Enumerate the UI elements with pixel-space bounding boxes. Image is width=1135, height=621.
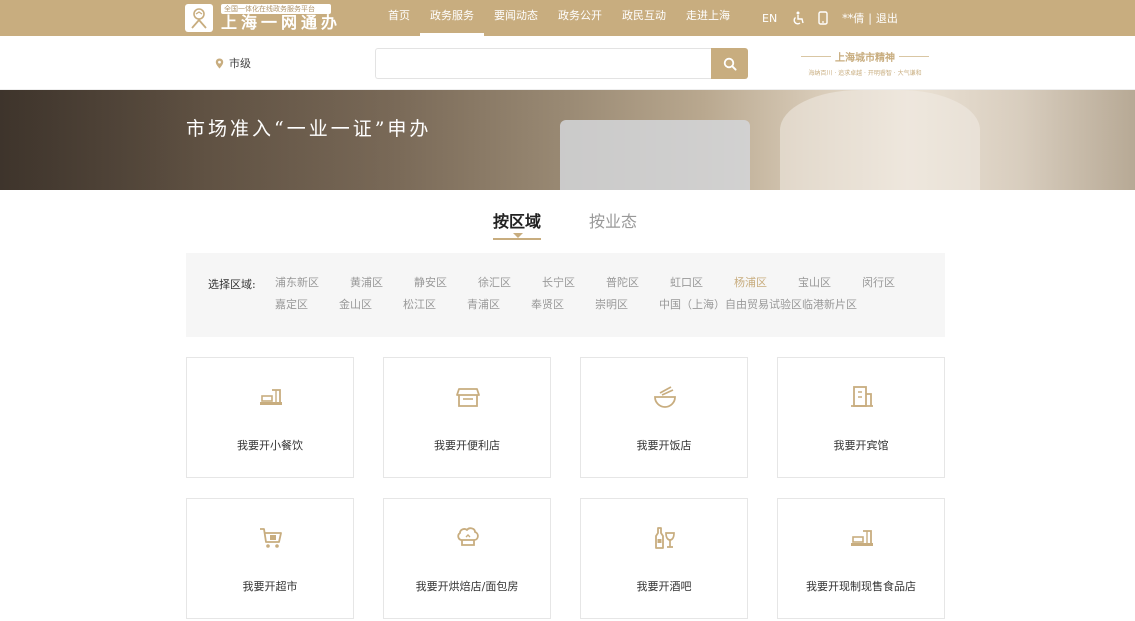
nav-gov-services[interactable]: 政务服务 <box>420 0 484 36</box>
location-label: 市级 <box>229 57 251 70</box>
site-logo[interactable]: 全国一体化在线政务服务平台 上海一网通办 <box>185 2 341 34</box>
region-option[interactable]: 长宁区 <box>542 274 575 290</box>
shopping-cart-icon <box>260 528 282 548</box>
service-card-small-restaurant[interactable]: 我要开小餐饮 <box>186 357 354 478</box>
service-card-label: 我要开现制现售食品店 <box>806 580 916 593</box>
city-spirit-badge: 上海城市精神 海纳百川 · 追求卓越 · 开明睿智 · 大气谦和 <box>786 49 944 77</box>
nav-gov-disclosure[interactable]: 政务公开 <box>548 0 612 36</box>
region-option[interactable]: 奉贤区 <box>531 296 564 312</box>
service-card-restaurant[interactable]: 我要开饭店 <box>580 357 748 478</box>
region-option[interactable]: 青浦区 <box>467 296 500 312</box>
region-filter-label: 选择区域: <box>208 278 256 291</box>
search-button[interactable] <box>711 48 748 79</box>
region-option[interactable]: 闵行区 <box>862 274 895 290</box>
region-row-1: 浦东新区 黄浦区 静安区 徐汇区 长宁区 普陀区 虹口区 杨浦区 宝山区 闵行区 <box>275 274 926 290</box>
nav-utilities: EN **倩 | 退出 <box>762 0 898 36</box>
mobile-icon[interactable] <box>818 11 828 25</box>
service-card-label: 我要开超市 <box>242 580 298 593</box>
wine-bottle-icon <box>655 527 675 549</box>
search-row: 市级 上海城市精神 海纳百川 · 追求卓越 · 开明睿智 · 大气谦和 <box>0 36 1135 90</box>
region-option[interactable]: 徐汇区 <box>478 274 511 290</box>
top-nav-bar: 全国一体化在线政务服务平台 上海一网通办 首页 政务服务 要闻动态 政务公开 政… <box>0 0 1135 36</box>
chef-hat-icon <box>457 527 479 546</box>
service-card-label: 我要开饭店 <box>636 439 692 452</box>
tab-by-business-type[interactable]: 按业态 <box>589 208 637 240</box>
service-card-hotel[interactable]: 我要开宾馆 <box>777 357 945 478</box>
service-card-food-shop[interactable]: 我要开现制现售食品店 <box>777 498 945 619</box>
region-option[interactable]: 嘉定区 <box>275 296 308 312</box>
nav-news[interactable]: 要闻动态 <box>484 0 548 36</box>
region-option[interactable]: 崇明区 <box>595 296 628 312</box>
region-row-2: 嘉定区 金山区 松江区 青浦区 奉贤区 崇明区 中国（上海）自由贸易试验区临港新… <box>275 296 888 312</box>
logout-link[interactable]: 退出 <box>876 10 898 26</box>
city-spirit-subtitle: 海纳百川 · 追求卓越 · 开明睿智 · 大气谦和 <box>808 70 922 77</box>
search-input[interactable] <box>375 48 711 79</box>
store-icon <box>456 388 480 407</box>
main-nav: 首页 政务服务 要闻动态 政务公开 政民互动 走进上海 <box>378 0 740 36</box>
logo-name: 上海一网通办 <box>221 13 342 32</box>
region-option[interactable]: 黄浦区 <box>350 274 383 290</box>
hotel-icon <box>851 386 873 407</box>
service-card-label: 我要开小餐饮 <box>237 439 303 452</box>
user-separator: | <box>868 11 872 25</box>
region-option[interactable]: 虹口区 <box>670 274 703 290</box>
region-option[interactable]: 静安区 <box>414 274 447 290</box>
region-option[interactable]: 宝山区 <box>798 274 831 290</box>
service-card-label: 我要开烘焙店/面包房 <box>415 580 519 593</box>
noodle-bowl-icon <box>260 389 282 405</box>
location-selector[interactable]: 市级 <box>215 55 251 71</box>
city-spirit-title: 上海城市精神 <box>835 53 895 64</box>
filter-tabs: 按区域 按业态 <box>0 208 1135 244</box>
service-card-supermarket[interactable]: 我要开超市 <box>186 498 354 619</box>
rice-bowl-icon <box>654 386 676 408</box>
service-card-label: 我要开便利店 <box>434 439 500 452</box>
page-title: 市场准入“一业一证”申办 <box>186 118 432 140</box>
nav-about-shanghai[interactable]: 走进上海 <box>676 0 740 36</box>
logo-emblem-icon <box>185 4 213 32</box>
region-option-selected[interactable]: 杨浦区 <box>734 274 767 290</box>
accessibility-icon[interactable] <box>791 11 804 25</box>
region-option[interactable]: 中国（上海）自由贸易试验区临港新片区 <box>659 296 857 312</box>
nav-home[interactable]: 首页 <box>378 0 420 36</box>
region-option[interactable]: 金山区 <box>339 296 372 312</box>
region-option[interactable]: 浦东新区 <box>275 274 319 290</box>
user-name[interactable]: **倩 <box>842 10 864 26</box>
user-menu: **倩 | 退出 <box>842 10 898 26</box>
search-icon <box>723 57 737 71</box>
service-card-convenience-store[interactable]: 我要开便利店 <box>383 357 551 478</box>
food-counter-icon <box>851 530 873 546</box>
active-tab-caret-icon <box>513 233 523 238</box>
service-card-bakery[interactable]: 我要开烘焙店/面包房 <box>383 498 551 619</box>
language-switch[interactable]: EN <box>762 12 777 25</box>
service-card-label: 我要开酒吧 <box>636 580 692 593</box>
region-filter: 选择区域: 浦东新区 黄浦区 静安区 徐汇区 长宁区 普陀区 虹口区 杨浦区 宝… <box>186 253 945 337</box>
region-option[interactable]: 普陀区 <box>606 274 639 290</box>
nav-interaction[interactable]: 政民互动 <box>612 0 676 36</box>
hero-banner: 市场准入“一业一证”申办 <box>0 90 1135 190</box>
service-card-bar[interactable]: 我要开酒吧 <box>580 498 748 619</box>
service-card-label: 我要开宾馆 <box>833 439 889 452</box>
location-pin-icon <box>215 58 224 68</box>
region-option[interactable]: 松江区 <box>403 296 436 312</box>
